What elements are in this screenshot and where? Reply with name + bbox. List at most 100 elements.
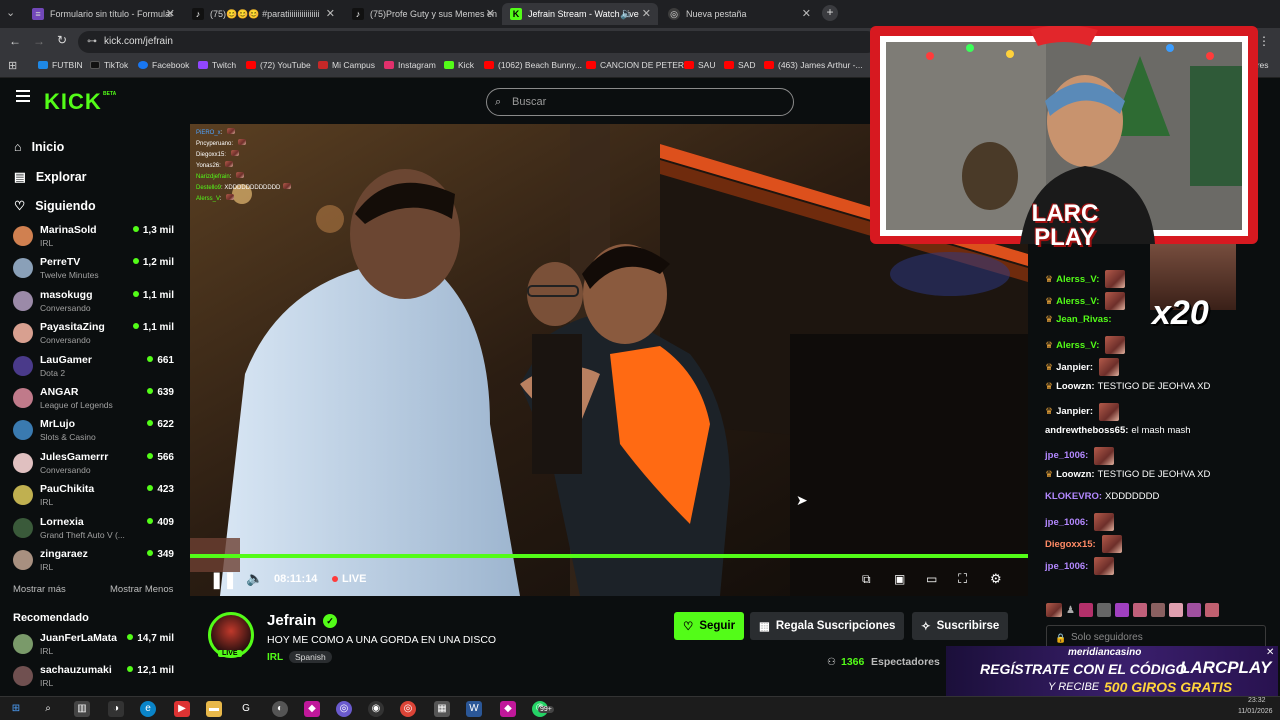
sidebar-channel-item[interactable]: JuanFerLaMata IRL 14,7 mil <box>13 630 178 660</box>
app-icon[interactable]: ◐ <box>272 701 288 717</box>
windows-start-icon[interactable]: ⊞ <box>8 701 24 717</box>
clip-icon[interactable]: ▣ <box>894 572 905 586</box>
obs-icon[interactable]: ◉ <box>368 701 384 717</box>
bookmark-tiktok[interactable]: TikTok <box>90 60 128 70</box>
chat-username[interactable]: Loowzn: <box>1056 381 1095 392</box>
nav-siguiendo[interactable]: ♡ Siguiendo <box>14 198 96 214</box>
app-icon[interactable]: ▶ <box>174 701 190 717</box>
chat-username[interactable]: Alerss_V: <box>1056 340 1099 351</box>
chat-username[interactable]: jpe_1006: <box>1045 450 1088 461</box>
stream-category[interactable]: IRL <box>267 652 283 663</box>
emote-icon[interactable] <box>1096 603 1111 617</box>
bookmark-futbin[interactable]: FUTBIN <box>38 60 83 70</box>
close-icon[interactable]: ✕ <box>326 7 335 20</box>
bookmark-youtube[interactable]: (72) YouTube <box>246 60 311 70</box>
close-icon[interactable]: ✕ <box>642 7 651 20</box>
settings-gear-icon[interactable]: ⚙ <box>990 571 1002 587</box>
app-icon[interactable]: ◑ <box>108 701 124 717</box>
edge-icon[interactable]: e <box>140 701 156 717</box>
chat-username[interactable]: Diegoxx15: <box>1045 539 1096 550</box>
close-icon[interactable]: ✕ <box>486 7 495 20</box>
file-explorer-icon[interactable]: ▬ <box>206 701 222 717</box>
emote-icon[interactable] <box>1150 603 1165 617</box>
word-icon[interactable]: W <box>466 701 482 717</box>
sidebar-channel-item[interactable]: JulesGamerrr Conversando 566 <box>13 449 178 479</box>
bookmark-sad[interactable]: SAD <box>724 60 755 70</box>
browser-tab-kick[interactable]: K Jefrain Stream - Watch Live 🔈 ✕ <box>502 3 658 25</box>
calculator-icon[interactable]: ▦ <box>434 701 450 717</box>
subscribe-button[interactable]: ✧ Suscribirse <box>912 612 1009 640</box>
site-info-icon[interactable]: ⊶ <box>87 31 97 53</box>
bookmark-kick[interactable]: Kick <box>444 60 474 70</box>
bookmark-cancion-peter[interactable]: CANCION DE PETER <box>586 60 684 70</box>
task-view-icon[interactable]: ▥ <box>74 701 90 717</box>
sidebar-channel-item[interactable]: PauChikita IRL 423 <box>13 481 178 511</box>
browser-tab-tiktok-1[interactable]: ♪ (75)😊😊😊 #paratiiiiiiiiiiiiiiii ✕ <box>184 3 342 25</box>
follow-button[interactable]: ♡ Seguir <box>674 612 745 640</box>
close-icon[interactable]: ✕ <box>1266 647 1274 658</box>
emote-icon[interactable] <box>1132 603 1147 617</box>
bookmark-james-arthur[interactable]: (463) James Arthur -... <box>764 60 863 70</box>
tab-search-icon[interactable]: ⌄ <box>6 6 15 19</box>
search-icon[interactable]: ⌕ <box>40 701 56 717</box>
bookmark-beach-bunny[interactable]: (1062) Beach Bunny... <box>484 60 582 70</box>
pause-icon[interactable]: ❚❚ <box>210 570 237 590</box>
kick-logo[interactable]: KICK <box>44 89 102 115</box>
bookmark-sau[interactable]: SAU <box>684 60 715 70</box>
nav-inicio[interactable]: ⌂ Inicio <box>14 140 64 154</box>
apps-grid-icon[interactable]: ⊞ <box>8 59 17 72</box>
gift-subs-button[interactable]: ▦ Regala Suscripciones <box>750 612 905 640</box>
sidebar-channel-item[interactable]: MarinaSold IRL 1,3 mil <box>13 222 178 252</box>
clock-time[interactable]: 23:32 <box>1248 697 1266 704</box>
chat-username[interactable]: Alerss_V: <box>1056 296 1099 307</box>
close-icon[interactable]: ✕ <box>166 7 175 20</box>
emote-icon[interactable] <box>1046 603 1062 617</box>
chat-username[interactable]: andrewtheboss65: <box>1045 425 1128 436</box>
sidebar-channel-item[interactable]: PerreTV Twelve Minutes 1,2 mil <box>13 254 178 284</box>
url-field[interactable]: ⊶ kick.com/jefrain <box>78 31 878 53</box>
emote-icon[interactable] <box>1078 603 1093 617</box>
reload-icon[interactable]: ↻ <box>57 33 67 47</box>
bookmark-twitch[interactable]: Twitch <box>198 60 236 70</box>
chat-username[interactable]: Alerss_V: <box>1056 274 1099 285</box>
show-more-link[interactable]: Mostrar más <box>13 584 66 595</box>
back-icon[interactable]: ← <box>9 34 21 48</box>
chat-username[interactable]: Janpier: <box>1056 362 1093 373</box>
chat-username[interactable]: Jean_Rivas: <box>1056 314 1111 325</box>
chat-username[interactable]: KLOKEVRO: <box>1045 491 1102 502</box>
search-input[interactable]: ⌕ Buscar <box>486 88 794 116</box>
browser-tab-tiktok-2[interactable]: ♪ (75)Profe Guty y sus Memes en ✕ <box>344 3 502 25</box>
channel-name[interactable]: Jefrain <box>267 612 316 629</box>
emote-icon[interactable] <box>1168 603 1183 617</box>
sidebar-channel-item[interactable]: ANGAR League of Legends 639 <box>13 384 178 414</box>
pip-icon[interactable]: ⧉ <box>862 572 871 587</box>
show-less-link[interactable]: Mostrar Menos <box>110 584 173 595</box>
sidebar-channel-item[interactable]: Lornexia Grand Theft Auto V (... 409 <box>13 514 178 544</box>
forward-icon[interactable]: → <box>33 34 45 48</box>
bookmark-facebook[interactable]: Facebook <box>138 60 189 70</box>
sidebar-channel-item[interactable]: LauGamer Dota 2 661 <box>13 352 178 382</box>
emote-icon[interactable] <box>1186 603 1201 617</box>
theater-mode-icon[interactable]: ▭ <box>926 572 937 586</box>
app-icon[interactable]: ◆ <box>304 701 320 717</box>
sidebar-channel-item[interactable]: PayasitaZing Conversando 1,1 mil <box>13 319 178 349</box>
emote-icon[interactable] <box>1114 603 1129 617</box>
chat-username[interactable]: jpe_1006: <box>1045 517 1088 528</box>
bookmark-mi-campus[interactable]: Mi Campus <box>318 60 375 70</box>
emote-icon[interactable]: ♟ <box>1066 605 1075 616</box>
menu-dots-icon[interactable]: ⋮ <box>1258 34 1270 48</box>
bookmark-instagram[interactable]: Instagram <box>384 60 436 70</box>
speaker-icon[interactable]: 🔈 <box>620 7 634 20</box>
progress-bar[interactable] <box>190 554 1028 558</box>
sidebar-channel-item[interactable]: masokugg Conversando 1,1 mil <box>13 287 178 317</box>
browser-tab-new[interactable]: ◎ Nueva pestaña ✕ <box>660 3 818 25</box>
discord-icon[interactable]: ◎ <box>336 701 352 717</box>
browser-tab-forms[interactable]: ≡ Formulario sin título - Formular ✕ <box>24 3 182 25</box>
sidebar-channel-item[interactable]: sachauzumaki IRL 12,1 mil <box>13 662 178 692</box>
chat-username[interactable]: Loowzn: <box>1056 469 1095 480</box>
sidebar-channel-item[interactable]: MrLujo Slots & Casino 622 <box>13 416 178 446</box>
app-icon[interactable]: G <box>238 701 254 717</box>
sidebar-channel-item[interactable]: zingaraez IRL 349 <box>13 546 178 576</box>
emote-icon[interactable] <box>1204 603 1219 617</box>
app-icon[interactable]: ◆ <box>500 701 516 717</box>
